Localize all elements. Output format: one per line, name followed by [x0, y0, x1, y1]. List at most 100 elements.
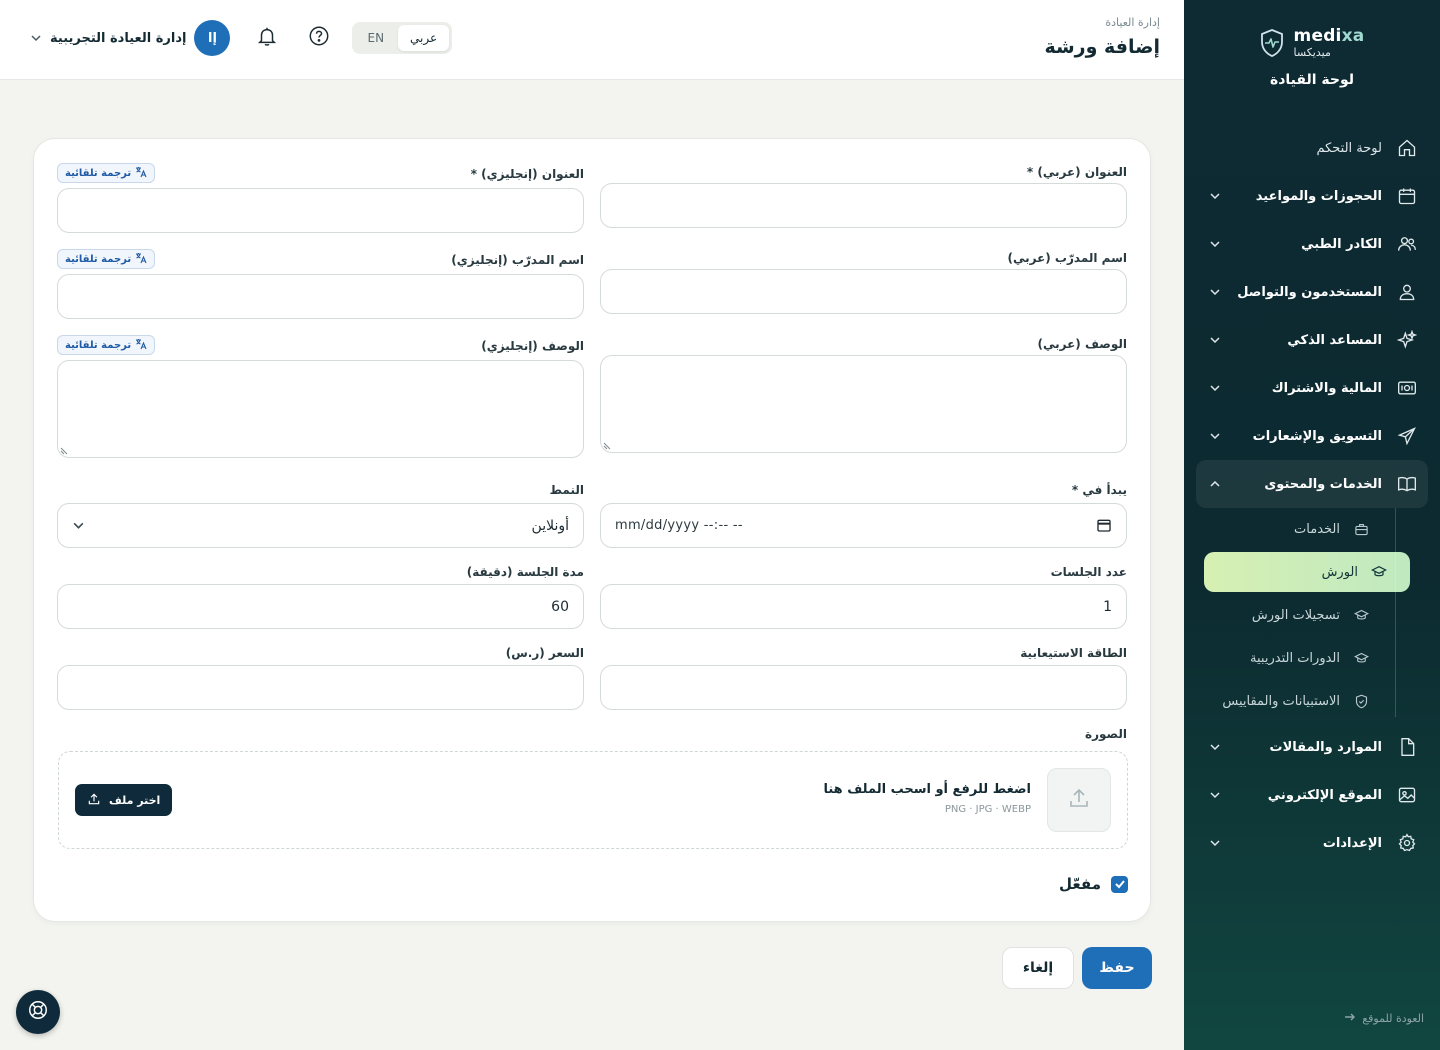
session-duration-input[interactable]: 60: [57, 584, 584, 629]
lang-ar-button[interactable]: عربي: [398, 25, 450, 51]
sidebar-subitem-surveys[interactable]: الاستبيانات والمقاييس: [1196, 680, 1380, 723]
sidebar-item-label: لوحة التحكم: [1316, 140, 1382, 156]
sidebar-subitem-workshops[interactable]: الورش: [1204, 552, 1410, 592]
sidebar-subitem-label: الورش: [1321, 564, 1358, 580]
image-dropzone[interactable]: اضغط للرفع أو اسحب الملف هنا PNG · JPG ·…: [58, 751, 1128, 849]
choose-file-button[interactable]: اختر ملف: [75, 784, 173, 816]
save-button[interactable]: حفظ: [1082, 947, 1152, 989]
chevron-down-icon: [1206, 427, 1224, 445]
sidebar-item-label: الكادر الطبي: [1301, 236, 1382, 252]
sidebar-item-bookings[interactable]: الحجوزات والمواعيد: [1196, 172, 1428, 220]
notifications-button[interactable]: [252, 23, 282, 53]
sessions-count-value: 1: [1103, 598, 1112, 615]
sidebar-item-dashboard[interactable]: لوحة التحكم: [1196, 124, 1428, 172]
money-icon: [1396, 377, 1418, 399]
sidebar-item-ai-assistant[interactable]: المساعد الذكي: [1196, 316, 1428, 364]
trainer-en-input[interactable]: [57, 274, 584, 319]
resize-handle-icon[interactable]: [60, 445, 70, 455]
desc-en-label: الوصف (إنجليزي): [481, 339, 584, 353]
sidebar-item-website[interactable]: الموقع الإلكتروني: [1196, 771, 1428, 819]
sidebar-item-users[interactable]: المستخدمون والتواصل: [1196, 268, 1428, 316]
avatar: إا: [194, 20, 231, 56]
session-duration-field: مدة الجلسة (دقيقة) 60: [57, 565, 584, 631]
cancel-button[interactable]: إلغاء: [1002, 947, 1074, 989]
sidebar-item-resources[interactable]: الموارد والمقالات: [1196, 723, 1428, 771]
desc-en-textarea[interactable]: [57, 360, 584, 458]
sidebar-item-medical-staff[interactable]: الكادر الطبي: [1196, 220, 1428, 268]
sidebar-item-settings[interactable]: الإعدادات: [1196, 819, 1428, 867]
desc-ar-textarea[interactable]: [600, 355, 1127, 453]
sidebar-subitem-workshop-registrations[interactable]: تسجيلات الورش: [1196, 594, 1380, 637]
brand: medixa ميديكسا لوحة القيادة: [1184, 28, 1440, 88]
desc-en-field: الوصف (إنجليزي) ترجمة تلقائية: [57, 335, 584, 459]
sidebar-item-label: الموارد والمقالات: [1269, 739, 1382, 755]
chevron-down-icon: [1206, 786, 1224, 804]
sidebar-subitem-label: الدورات التدريبية: [1250, 651, 1340, 666]
sidebar-item-label: الحجوزات والمواعيد: [1255, 188, 1382, 204]
active-label: مفعّل: [1059, 875, 1101, 893]
trainer-en-label: اسم المدرّب (إنجليزي): [451, 253, 584, 267]
sidebar-subitem-label: الاستبيانات والمقاييس: [1222, 694, 1340, 709]
chevron-up-icon: [1206, 475, 1224, 493]
trainer-en-field: اسم المدرّب (إنجليزي) ترجمة تلقائية: [57, 249, 584, 319]
resize-handle-icon[interactable]: [603, 440, 613, 450]
upload-thumbnail: [1047, 768, 1111, 832]
sidebar-subitem-courses[interactable]: الدورات التدريبية: [1196, 637, 1380, 680]
lang-en-button[interactable]: EN: [355, 25, 396, 51]
sidebar-subitem-label: تسجيلات الورش: [1251, 608, 1340, 623]
upload-title: اضغط للرفع أو اسحب الملف هنا: [823, 782, 1031, 797]
send-icon: [1396, 425, 1418, 447]
logo-shield-icon: [1260, 29, 1283, 57]
back-to-site-label: العودة للموقع: [1362, 1012, 1424, 1025]
starts-at-value: mm/dd/yyyy --:-- --: [615, 518, 743, 533]
upload-icon: [87, 792, 101, 809]
back-to-site-link[interactable]: العودة للموقع: [1344, 1011, 1424, 1026]
auto-translate-button[interactable]: ترجمة تلقائية: [57, 249, 156, 269]
active-checkbox-row[interactable]: مفعّل: [1059, 875, 1128, 893]
sidebar-item-services-content[interactable]: الخدمات والمحتوى: [1196, 460, 1428, 508]
workshop-form-card: العنوان (عربي) * العنوان (إنجليزي) * ترج…: [33, 138, 1151, 922]
breadcrumb[interactable]: إدارة العيادة: [1105, 16, 1160, 29]
chevron-down-icon: [1206, 187, 1224, 205]
sidebar-subitem-services[interactable]: الخدمات: [1196, 508, 1380, 551]
auto-translate-button[interactable]: ترجمة تلقائية: [57, 335, 156, 355]
book-icon: [1396, 473, 1418, 495]
chevron-down-icon: [1206, 235, 1224, 253]
top-bar-actions: إدارة العيادة التجريبية إا EN عربي: [30, 20, 453, 56]
auto-translate-button[interactable]: ترجمة تلقائية: [57, 163, 156, 183]
brand-subtitle: لوحة القيادة: [1269, 72, 1355, 88]
sessions-count-field: عدد الجلسات 1: [600, 565, 1127, 631]
translate-icon: [135, 166, 147, 181]
active-checkbox[interactable]: [1111, 875, 1128, 893]
mode-select[interactable]: أونلاين: [57, 503, 584, 548]
gear-icon: [1396, 832, 1418, 854]
choose-file-label: اختر ملف: [109, 793, 161, 807]
chevron-down-icon: [72, 519, 85, 536]
support-fab-button[interactable]: [16, 990, 60, 1034]
price-input[interactable]: [57, 665, 584, 710]
sidebar-subitem-label: الخدمات: [1294, 522, 1340, 537]
graduation-cap-icon: [1352, 607, 1370, 625]
starts-at-field: يبدأ في * mm/dd/yyyy --:-- --: [600, 483, 1127, 549]
chevron-down-icon: [1206, 738, 1224, 756]
user-name: إدارة العيادة التجريبية: [50, 30, 187, 46]
starts-at-input[interactable]: mm/dd/yyyy --:-- --: [600, 503, 1127, 548]
sessions-count-input[interactable]: 1: [600, 584, 1127, 629]
help-button[interactable]: [304, 23, 334, 53]
check-icon: [1114, 880, 1125, 889]
sessions-count-label: عدد الجلسات: [1050, 565, 1127, 579]
sidebar-item-finance[interactable]: المالية والاشتراك: [1196, 364, 1428, 412]
sidebar-item-marketing[interactable]: التسويق والإشعارات: [1196, 412, 1428, 460]
title-en-label: العنوان (إنجليزي) *: [470, 167, 584, 181]
chevron-down-icon: [30, 29, 42, 48]
capacity-input[interactable]: [600, 665, 1127, 710]
title-en-input[interactable]: [57, 188, 584, 233]
title-en-field: العنوان (إنجليزي) * ترجمة تلقائية: [57, 163, 584, 233]
user-menu[interactable]: إدارة العيادة التجريبية إا: [30, 20, 231, 56]
title-ar-input[interactable]: [600, 183, 1127, 228]
capacity-label: الطاقة الاستيعابية: [1020, 646, 1127, 660]
trainer-ar-input[interactable]: [600, 269, 1127, 314]
trainer-ar-field: اسم المدرّب (عربي): [600, 251, 1127, 315]
title-ar-label: العنوان (عربي) *: [1026, 165, 1127, 179]
calendar-icon[interactable]: [1096, 517, 1112, 537]
